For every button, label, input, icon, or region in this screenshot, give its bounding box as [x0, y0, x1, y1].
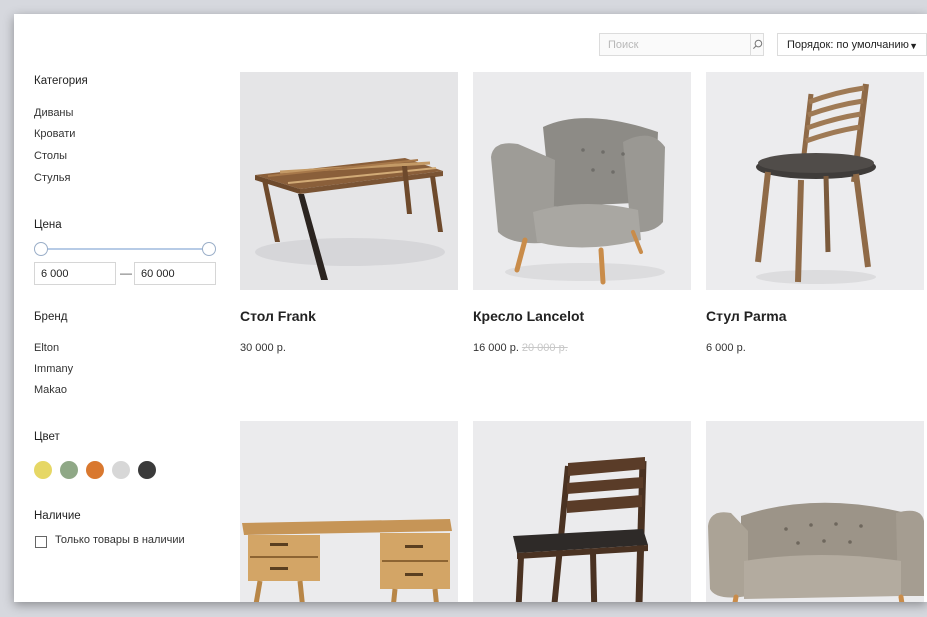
search-input[interactable] [600, 34, 750, 55]
price-max-handle[interactable] [202, 242, 216, 256]
product-price: 16 000 р. 20 000 р. [473, 342, 568, 354]
product-name[interactable]: Стул Parma [706, 308, 787, 324]
search-button[interactable] [750, 34, 763, 55]
current-price: 30 000 р. [240, 342, 286, 354]
product-image[interactable] [706, 72, 924, 290]
product-image[interactable] [240, 421, 458, 602]
product-image[interactable] [706, 421, 924, 602]
sort-label: Порядок: по умолчанию [787, 38, 909, 51]
price-min-handle[interactable] [34, 242, 48, 256]
category-item[interactable]: Кровати [34, 128, 75, 140]
brand-item[interactable]: Makao [34, 384, 67, 396]
table-image [240, 72, 458, 290]
dropdown-arrow-icon: ▼ [909, 41, 918, 51]
category-item[interactable]: Столы [34, 150, 67, 162]
product-name[interactable]: Стол Frank [240, 308, 316, 324]
product-name[interactable]: Кресло Lancelot [473, 308, 584, 324]
availability-checkbox[interactable] [35, 536, 47, 548]
product-image[interactable] [473, 72, 691, 290]
catalog-page: Порядок: по умолчанию ▼ Категория Диваны… [14, 14, 927, 602]
price-max-input[interactable]: 60 000 [134, 262, 216, 285]
current-price: 16 000 р. [473, 342, 519, 354]
desk-image [240, 421, 458, 602]
current-price: 6 000 р. [706, 342, 746, 354]
search-box [599, 33, 764, 56]
sofa-image [706, 421, 924, 602]
chair-image [706, 72, 924, 290]
product-image[interactable] [240, 72, 458, 290]
product-price: 6 000 р. [706, 342, 749, 354]
availability-label[interactable]: Только товары в наличии [55, 534, 185, 546]
color-swatch[interactable] [112, 461, 130, 479]
color-swatch[interactable] [60, 461, 78, 479]
color-swatch[interactable] [34, 461, 52, 479]
price-min-input[interactable]: 6 000 [34, 262, 116, 285]
brand-heading: Бренд [34, 311, 68, 323]
search-icon [752, 39, 762, 49]
product-price: 30 000 р. [240, 342, 289, 354]
brand-item[interactable]: Immany [34, 363, 73, 375]
category-heading: Категория [34, 75, 88, 87]
category-item[interactable]: Стулья [34, 172, 70, 184]
price-slider-track[interactable] [42, 248, 206, 250]
wooden-chair-image [473, 421, 691, 602]
product-image[interactable] [473, 421, 691, 602]
availability-heading: Наличие [34, 510, 81, 522]
price-range-dash: — [120, 266, 132, 280]
color-swatch[interactable] [86, 461, 104, 479]
sort-dropdown[interactable]: Порядок: по умолчанию ▼ [777, 33, 927, 56]
brand-item[interactable]: Elton [34, 342, 59, 354]
color-heading: Цвет [34, 431, 60, 443]
category-item[interactable]: Диваны [34, 107, 73, 119]
old-price: 20 000 р. [521, 342, 568, 354]
armchair-image [473, 72, 691, 290]
price-heading: Цена [34, 219, 62, 231]
color-swatch[interactable] [138, 461, 156, 479]
